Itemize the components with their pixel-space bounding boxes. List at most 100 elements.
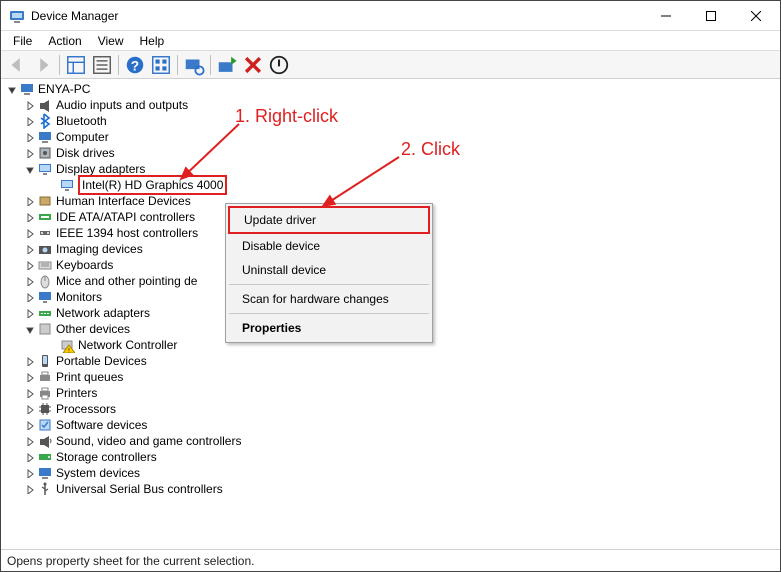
- portable-icon: [37, 353, 53, 369]
- ctx-separator: [229, 313, 429, 314]
- menu-help[interactable]: Help: [132, 32, 173, 50]
- tree-root[interactable]: ENYA-PC: [1, 81, 780, 97]
- tree-item-label: Processors: [56, 401, 116, 417]
- tree-item-label: Audio inputs and outputs: [56, 97, 188, 113]
- display-icon: [59, 177, 75, 193]
- tree-item-label: Universal Serial Bus controllers: [56, 481, 223, 497]
- back-button[interactable]: [5, 53, 29, 77]
- expander-icon[interactable]: [23, 387, 35, 399]
- expander-icon[interactable]: [23, 323, 35, 335]
- tree-item[interactable]: Printers: [1, 385, 780, 401]
- tree-item-label: Network adapters: [56, 305, 150, 321]
- expander-icon[interactable]: [23, 131, 35, 143]
- toolbar: ?: [1, 51, 780, 79]
- expander-icon[interactable]: [5, 83, 17, 95]
- sound-icon: [37, 433, 53, 449]
- ctx-properties[interactable]: Properties: [228, 316, 430, 340]
- scan-hardware-button[interactable]: [182, 53, 206, 77]
- update-driver-button[interactable]: [215, 53, 239, 77]
- software-icon: [37, 417, 53, 433]
- tree-item[interactable]: Software devices: [1, 417, 780, 433]
- ctx-disable-device[interactable]: Disable device: [228, 234, 430, 258]
- expander-icon[interactable]: [23, 419, 35, 431]
- tree-item[interactable]: Sound, video and game controllers: [1, 433, 780, 449]
- expander-icon[interactable]: [23, 243, 35, 255]
- expander-icon[interactable]: [23, 355, 35, 367]
- expander-icon[interactable]: [23, 99, 35, 111]
- close-button[interactable]: [733, 1, 778, 30]
- tree-item[interactable]: Computer: [1, 129, 780, 145]
- computer-icon: [19, 81, 35, 97]
- tree-item[interactable]: Bluetooth: [1, 113, 780, 129]
- forward-button[interactable]: [31, 53, 55, 77]
- svg-text:?: ?: [131, 58, 139, 73]
- storage-icon: [37, 449, 53, 465]
- ctx-uninstall-device[interactable]: Uninstall device: [228, 258, 430, 282]
- tree-item[interactable]: Intel(R) HD Graphics 4000: [1, 177, 780, 193]
- expander-icon[interactable]: [23, 483, 35, 495]
- titlebar: Device Manager: [1, 1, 780, 31]
- menu-file[interactable]: File: [5, 32, 40, 50]
- expander-icon[interactable]: [23, 403, 35, 415]
- expander-icon[interactable]: [23, 291, 35, 303]
- usb-icon: [37, 481, 53, 497]
- app-icon: [9, 8, 25, 24]
- tree-item-label: Keyboards: [56, 257, 113, 273]
- uninstall-button[interactable]: [241, 53, 265, 77]
- expander-icon[interactable]: [23, 227, 35, 239]
- menu-action[interactable]: Action: [40, 32, 89, 50]
- expander-icon[interactable]: [23, 147, 35, 159]
- maximize-button[interactable]: [688, 1, 733, 30]
- ide-icon: [37, 209, 53, 225]
- toolbar-separator: [210, 55, 211, 75]
- expander-icon[interactable]: [23, 115, 35, 127]
- tree-item-label: Network Controller: [78, 337, 177, 353]
- content-area: ENYA-PCAudio inputs and outputsBluetooth…: [1, 79, 780, 549]
- tree-item-label: Imaging devices: [56, 241, 143, 257]
- expander-icon[interactable]: [23, 467, 35, 479]
- window-title: Device Manager: [31, 9, 643, 23]
- tree-item-label: Printers: [56, 385, 97, 401]
- help-button[interactable]: ?: [123, 53, 147, 77]
- tree-item-label: Bluetooth: [56, 113, 107, 129]
- ctx-separator: [229, 284, 429, 285]
- ctx-scan-hardware[interactable]: Scan for hardware changes: [228, 287, 430, 311]
- disk-icon: [37, 145, 53, 161]
- show-all-button[interactable]: [149, 53, 173, 77]
- tree-item[interactable]: Processors: [1, 401, 780, 417]
- other-icon: [37, 321, 53, 337]
- tree-item-label: Computer: [56, 129, 109, 145]
- expander-icon[interactable]: [23, 163, 35, 175]
- tree-item[interactable]: Print queues: [1, 369, 780, 385]
- tree-item[interactable]: Audio inputs and outputs: [1, 97, 780, 113]
- printqueue-icon: [37, 369, 53, 385]
- tree-item[interactable]: Universal Serial Bus controllers: [1, 481, 780, 497]
- tree-item-label: IDE ATA/ATAPI controllers: [56, 209, 195, 225]
- audio-icon: [37, 97, 53, 113]
- menu-view[interactable]: View: [90, 32, 132, 50]
- tree-item-label: Mice and other pointing de: [56, 273, 197, 289]
- ctx-update-driver[interactable]: Update driver: [228, 206, 430, 234]
- expander-icon[interactable]: [23, 307, 35, 319]
- expander-icon[interactable]: [23, 211, 35, 223]
- disable-button[interactable]: [267, 53, 291, 77]
- expander-icon[interactable]: [23, 371, 35, 383]
- tree-item[interactable]: Portable Devices: [1, 353, 780, 369]
- tree-item[interactable]: System devices: [1, 465, 780, 481]
- show-hide-tree-button[interactable]: [64, 53, 88, 77]
- statusbar-text: Opens property sheet for the current sel…: [7, 554, 254, 568]
- tree-item-label: Portable Devices: [56, 353, 147, 369]
- expander-icon[interactable]: [23, 195, 35, 207]
- tree-item[interactable]: Storage controllers: [1, 449, 780, 465]
- hid-icon: [37, 193, 53, 209]
- device-manager-window: Device Manager File Action View Help ? E…: [0, 0, 781, 572]
- statusbar: Opens property sheet for the current sel…: [1, 549, 780, 571]
- expander-icon[interactable]: [23, 275, 35, 287]
- tree-item[interactable]: Disk drives: [1, 145, 780, 161]
- ieee-icon: [37, 225, 53, 241]
- minimize-button[interactable]: [643, 1, 688, 30]
- expander-icon[interactable]: [23, 259, 35, 271]
- expander-icon[interactable]: [23, 435, 35, 447]
- expander-icon[interactable]: [23, 451, 35, 463]
- properties-button[interactable]: [90, 53, 114, 77]
